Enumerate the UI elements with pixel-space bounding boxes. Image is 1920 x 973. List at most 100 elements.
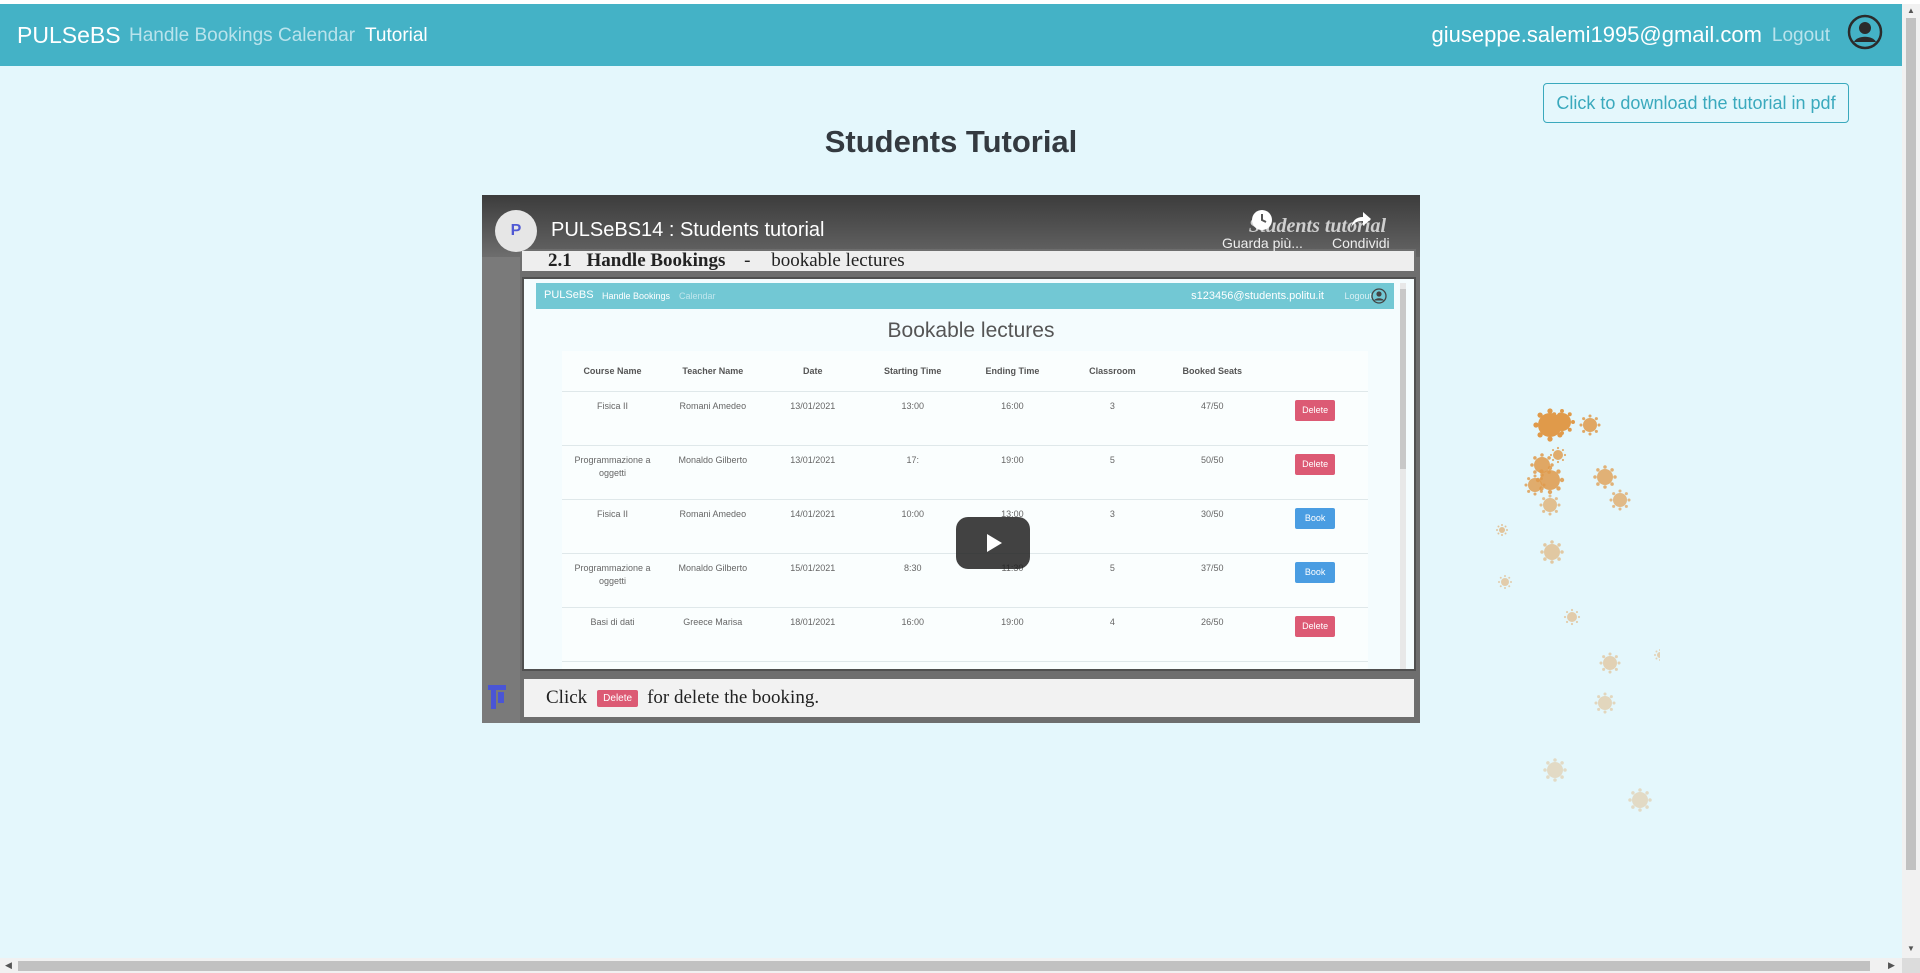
- cell-teacher: Monaldo Gilberto: [662, 445, 763, 500]
- virus-particle-icon: [1654, 649, 1660, 661]
- virus-particle-icon: [1579, 414, 1601, 436]
- cell-end: 19:00: [962, 607, 1063, 662]
- table-row: Basi di dati Greece Marisa 18/01/2021 16:00…: [562, 607, 1368, 662]
- nav-handle-bookings[interactable]: Handle Bookings: [129, 25, 273, 47]
- virus-decoration-icon: [1496, 408, 1660, 812]
- virus-particle-icon: [1563, 608, 1581, 626]
- delete-button[interactable]: Delete: [1295, 454, 1336, 475]
- video-title[interactable]: PULSeBS14 : Students tutorial: [551, 219, 825, 242]
- cell-start: 16:00: [862, 607, 963, 662]
- cell-seats: 30/50: [1162, 499, 1263, 554]
- col-start: Starting Time: [884, 365, 942, 376]
- scroll-left-icon[interactable]: ◀: [5, 960, 12, 971]
- table-row: Programmazione a oggettiMonaldo Gilberto…: [562, 661, 1368, 671]
- user-profile-icon[interactable]: [1845, 12, 1885, 52]
- logout-link[interactable]: Logout: [1772, 25, 1830, 47]
- col-date: Date: [803, 365, 823, 376]
- cell-end: 16:00: [962, 391, 1063, 446]
- book-button[interactable]: Book: [1294, 562, 1336, 583]
- download-pdf-button[interactable]: Click to download the tutorial in pdf: [1543, 83, 1849, 123]
- share-control[interactable]: Condividi: [1332, 209, 1390, 251]
- cell-end: 19:00: [962, 445, 1063, 500]
- virus-particle-icon: [1549, 446, 1567, 464]
- delete-button[interactable]: Delete: [1295, 400, 1336, 421]
- cell-teacher: Monaldo Gilberto: [662, 661, 763, 669]
- cell-action: Delete: [1262, 391, 1368, 446]
- table-row: Fisica II Romani Amedeo 13/01/2021 13:00 16:…: [562, 391, 1368, 446]
- cell-room: 5: [1062, 661, 1163, 669]
- mini-brand: PULSeBS: [544, 289, 594, 301]
- cell-date: 15/01/2021: [762, 553, 863, 608]
- slide-subheading: bookable lectures: [771, 250, 905, 271]
- delete-button[interactable]: Delete: [1295, 616, 1336, 637]
- nav-tutorial[interactable]: Tutorial: [365, 25, 428, 47]
- cell-seats: 37/50: [1162, 553, 1263, 608]
- col-classroom: Classroom: [1089, 365, 1136, 376]
- watch-later-control[interactable]: Guarda più...: [1222, 209, 1303, 251]
- cell-course: Programmazione a oggetti: [562, 445, 663, 500]
- play-button[interactable]: [956, 517, 1030, 569]
- cell-start: 8:30: [862, 661, 963, 669]
- brand-link[interactable]: PULSeBS: [17, 22, 121, 49]
- virus-particle-icon: [1628, 788, 1652, 812]
- channel-avatar[interactable]: P: [495, 210, 537, 252]
- cell-room: 3: [1062, 499, 1163, 554]
- cell-teacher: Greece Marisa: [662, 607, 763, 662]
- virus-particle-icon: [1599, 652, 1621, 674]
- book-button[interactable]: Book: [1294, 508, 1336, 529]
- slide-header: 2.1 Handle Bookings - bookable lectures: [520, 249, 1416, 273]
- mini-scrollbar: [1400, 283, 1406, 669]
- slide-left-bar: [482, 195, 520, 723]
- horizontal-scroll-thumb[interactable]: [18, 961, 1870, 971]
- slide-dash: -: [744, 250, 751, 271]
- slide-caption: Click Delete for delete the booking.: [522, 677, 1416, 719]
- scroll-down-icon[interactable]: ▼: [1907, 944, 1915, 953]
- cell-start: 10:00: [862, 499, 963, 554]
- virus-particle-icon: [1543, 758, 1567, 782]
- cell-seats: 50/50: [1162, 445, 1263, 500]
- share-icon: [1332, 209, 1390, 235]
- video-player[interactable]: P PULSeBS14 : Students tutorial Students…: [482, 195, 1420, 723]
- cell-start: 8:30: [862, 553, 963, 608]
- mini-nav-calendar: Calendar: [679, 291, 716, 301]
- cell-room: 4: [1062, 607, 1163, 662]
- table-row: Programmazione a oggettiMonaldo Gilberto…: [562, 445, 1368, 500]
- cell-date: 14/01/2021: [762, 499, 863, 554]
- cell-teacher: Romani Amedeo: [662, 391, 763, 446]
- col-course: Course Name: [583, 365, 642, 376]
- virus-particle-icon: [1539, 494, 1561, 516]
- cell-seats: 26/50: [1162, 607, 1263, 662]
- watch-later-label: Guarda più...: [1222, 235, 1303, 251]
- col-seats: Booked Seats: [1182, 365, 1243, 376]
- horizontal-scrollbar[interactable]: ◀ ▶: [0, 958, 1902, 973]
- col-teacher: Teacher Name: [682, 365, 744, 376]
- virus-particle-icon: [1535, 465, 1565, 495]
- bookable-lectures-table: Course Name Teacher Name Date Starting T…: [562, 351, 1368, 671]
- caption-click: Click: [546, 687, 588, 708]
- mini-nav-handle-bookings: Handle Bookings: [602, 291, 671, 301]
- user-email: giuseppe.salemi1995@gmail.com: [1431, 22, 1762, 47]
- cell-course: Programmazione a oggetti: [562, 553, 663, 608]
- scroll-up-icon[interactable]: ▲: [1907, 6, 1915, 15]
- virus-particle-icon: [1609, 489, 1631, 511]
- slide-number: 2.1: [548, 250, 572, 271]
- virus-particle-icon: [1496, 524, 1508, 536]
- virus-particle-icon: [1593, 465, 1617, 489]
- cell-course: Fisica II: [562, 391, 663, 446]
- scroll-right-icon[interactable]: ▶: [1888, 960, 1895, 971]
- cell-teacher: Monaldo Gilberto: [662, 553, 763, 608]
- play-icon: [987, 534, 1002, 552]
- col-action: [1262, 351, 1368, 392]
- cell-date: 18/01/2021: [762, 607, 863, 662]
- cell-room: 5: [1062, 553, 1163, 608]
- cell-action: Book: [1262, 661, 1368, 671]
- vertical-scrollbar[interactable]: ▲ ▼: [1902, 4, 1920, 958]
- caption-delete-tag: Delete: [597, 689, 639, 707]
- vertical-scroll-thumb[interactable]: [1906, 18, 1916, 870]
- cell-date: 19/01/2021: [762, 661, 863, 669]
- book-button[interactable]: Book: [1295, 670, 1336, 671]
- cell-course: Basi di dati: [562, 607, 663, 662]
- mini-user-email: s123456@students.politu.it: [1191, 290, 1324, 302]
- nav-calendar[interactable]: Calendar: [278, 25, 355, 47]
- cell-action: Delete: [1262, 445, 1368, 500]
